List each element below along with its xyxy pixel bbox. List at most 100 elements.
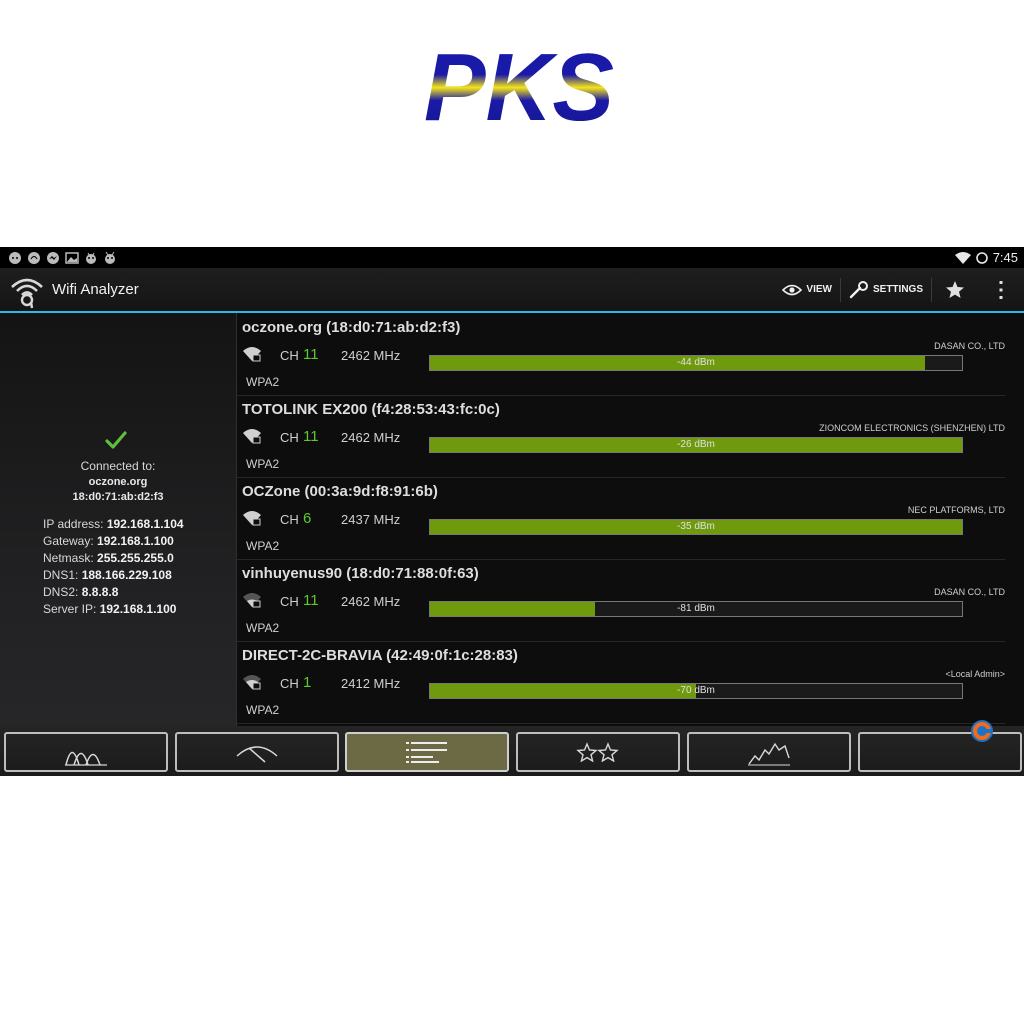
view-label: VIEW — [806, 284, 832, 295]
security: WPA2 — [246, 703, 280, 717]
connection-details: IP address: 192.168.1.104 Gateway: 192.1… — [43, 516, 184, 618]
detail-label: Server IP: — [43, 602, 97, 616]
dns2-row: DNS2: 8.8.8.8 — [43, 584, 184, 601]
action-bar: Wifi Analyzer VIEW SETTINGS — [0, 268, 1024, 313]
detail-value: 192.168.1.100 — [97, 534, 174, 548]
signal-dbm: -81 dBm — [677, 603, 715, 614]
access-point-item[interactable]: DIRECT-2C-BRAVIA (42:49:0f:1c:28:83) CH … — [237, 641, 1005, 724]
more-vert-icon — [999, 280, 1003, 299]
android-icon — [105, 251, 115, 264]
channel-label: CH — [280, 430, 299, 445]
server-ip-row: Server IP: 192.168.1.100 — [43, 601, 184, 618]
frequency: 2462 MHz — [341, 430, 401, 445]
frequency: 2412 MHz — [341, 676, 401, 691]
access-point-item[interactable]: OCZone (00:3a:9d:f8:91:6b) CH 6 2437 MHz… — [237, 477, 1005, 560]
security: WPA2 — [246, 539, 280, 553]
signal-dbm: -44 dBm — [677, 357, 715, 368]
channel-label: CH — [280, 676, 299, 691]
stars-icon — [576, 742, 619, 762]
gateway-row: Gateway: 192.168.1.100 — [43, 533, 184, 550]
detail-label: IP address: — [43, 517, 104, 531]
detail-value: 188.166.229.108 — [81, 568, 172, 582]
time-graph-icon — [748, 742, 790, 766]
wrench-icon — [849, 280, 868, 298]
signal-dbm: -26 dBm — [677, 439, 715, 450]
ap-title: vinhuyenus90 (18:d0:71:88:0f:63) — [242, 565, 479, 582]
vendor: DASAN CO., LTD — [934, 587, 1005, 597]
connected-label: Connected to: — [80, 459, 156, 473]
detail-value: 192.168.1.100 — [99, 602, 177, 616]
tab-time-graph[interactable] — [687, 732, 851, 772]
access-point-list: oczone.org (18:d0:71:ab:d2:f3) CH 11 246… — [237, 313, 1024, 726]
connected-ssid: oczone.org — [88, 476, 148, 488]
channel-label: CH — [280, 348, 299, 363]
vendor: ZIONCOM ELECTRONICS (SHENZHEN) LTD — [819, 423, 1005, 433]
detail-label: Netmask: — [43, 551, 94, 565]
access-point-item[interactable]: TOTOLINK EX200 (f4:28:53:43:fc:0c) CH 11… — [237, 395, 1005, 478]
channel-number: 6 — [303, 510, 312, 527]
frequency: 2462 MHz — [341, 594, 401, 609]
access-point-item[interactable]: vinhuyenus90 (18:d0:71:88:0f:63) CH 11 2… — [237, 559, 1005, 642]
detail-value: 192.168.1.104 — [106, 517, 184, 531]
ap-title: oczone.org (18:d0:71:ab:d2:f3) — [242, 319, 461, 336]
frequency: 2437 MHz — [341, 512, 401, 527]
pks-logo-graphic: PKS — [424, 34, 614, 128]
signal-bar: -26 dBm — [429, 437, 963, 453]
favorite-button[interactable] — [932, 268, 978, 311]
detail-label: Gateway: — [43, 534, 94, 548]
security: WPA2 — [246, 457, 280, 471]
meter-icon — [236, 746, 278, 763]
signal-dbm: -70 dBm — [677, 685, 715, 696]
wifi-analyzer-app-icon[interactable] — [8, 271, 46, 309]
overflow-menu-button[interactable] — [978, 268, 1024, 311]
star-icon — [946, 281, 964, 298]
tab-signal-meter[interactable] — [175, 732, 339, 772]
tab-ap-list[interactable] — [345, 732, 509, 772]
vendor: <Local Admin> — [945, 669, 1005, 679]
signal-bar: -44 dBm — [429, 355, 963, 371]
notification-icons — [0, 251, 117, 265]
ap-title: OCZone (00:3a:9d:f8:91:6b) — [242, 483, 438, 500]
tab-empty[interactable] — [858, 732, 1022, 772]
settings-label: SETTINGS — [872, 284, 923, 295]
pks-logo: PKS — [420, 28, 620, 128]
svg-text:PKS: PKS — [424, 34, 614, 128]
ap-title: TOTOLINK EX200 (f4:28:53:43:fc:0c) — [242, 401, 500, 418]
channel-number: 11 — [303, 592, 319, 609]
signal-bar: -35 dBm — [429, 519, 963, 535]
chat-icon — [28, 251, 40, 264]
status-time: 7:45 — [992, 250, 1018, 265]
eye-icon — [782, 284, 803, 295]
wifi-locked-weak-icon — [243, 675, 261, 690]
floating-badge-icon[interactable] — [970, 719, 994, 743]
settings-button[interactable]: SETTINGS — [841, 268, 931, 311]
detail-label: DNS2: — [43, 585, 79, 599]
list-icon — [406, 742, 447, 763]
check-icon — [105, 431, 127, 449]
vendor: DASAN CO., LTD — [934, 341, 1005, 351]
access-point-item[interactable]: oczone.org (18:d0:71:ab:d2:f3) CH 11 246… — [237, 313, 1005, 396]
tab-channel-graph[interactable] — [4, 732, 168, 772]
android-icon — [86, 252, 96, 264]
tab-channel-rating[interactable] — [516, 732, 680, 772]
channel-number: 11 — [303, 346, 319, 363]
wifi-locked-icon — [243, 429, 261, 444]
ip-address-row: IP address: 192.168.1.104 — [43, 516, 184, 533]
frequency: 2462 MHz — [341, 348, 401, 363]
channel-graph-icon — [65, 751, 107, 766]
signal-bar: -81 dBm — [429, 601, 963, 617]
channel-label: CH — [280, 594, 299, 609]
wifi-locked-icon — [243, 347, 261, 362]
sync-icon — [975, 251, 988, 264]
channel-number: 11 — [303, 428, 319, 445]
netmask-row: Netmask: 255.255.255.0 — [43, 550, 184, 567]
security: WPA2 — [246, 375, 280, 389]
vendor: NEC PLATFORMS, LTD — [907, 505, 1005, 515]
image-icon — [65, 251, 79, 264]
wifi-status-icon — [954, 251, 971, 264]
ap-title: DIRECT-2C-BRAVIA (42:49:0f:1c:28:83) — [242, 647, 518, 664]
messenger-icon — [47, 251, 59, 264]
connection-panel: Connected to: oczone.org 18:d0:71:ab:d2:… — [0, 313, 237, 726]
view-button[interactable]: VIEW — [774, 268, 840, 311]
chat-icon — [9, 251, 21, 264]
